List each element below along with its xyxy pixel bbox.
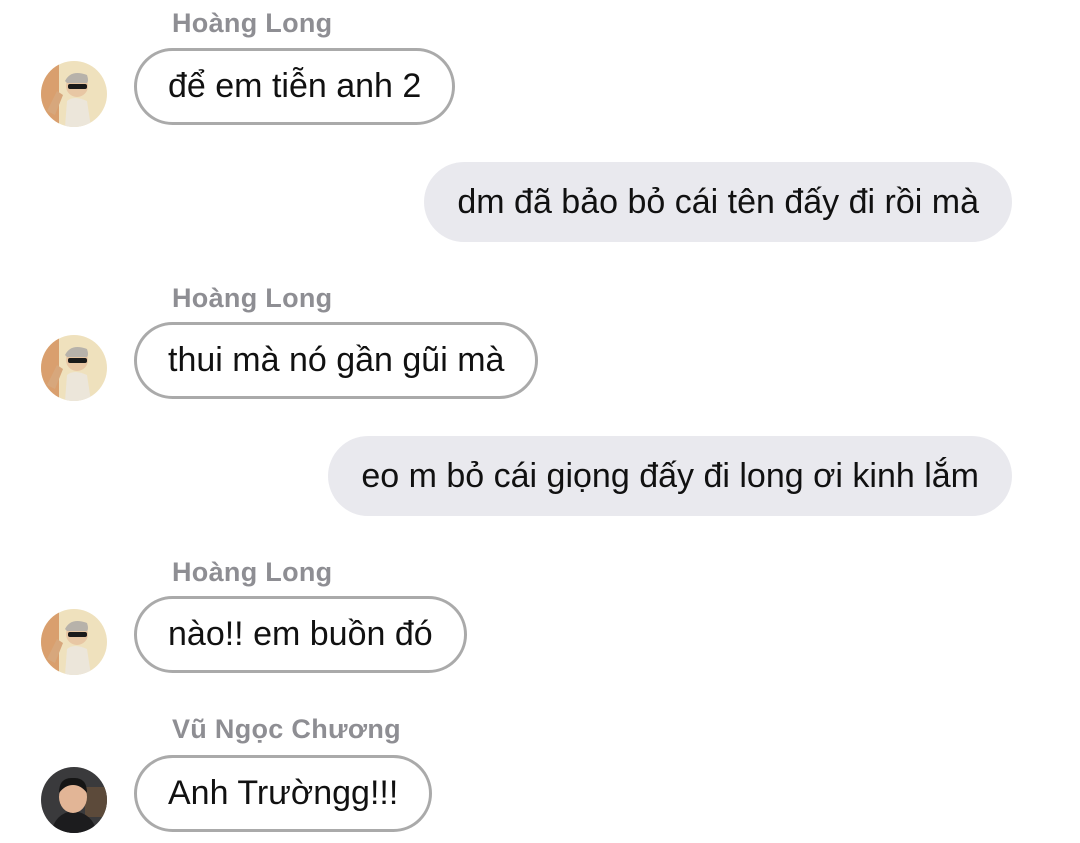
sender-name: Hoàng Long bbox=[172, 283, 333, 313]
avatar-hoang-long[interactable] bbox=[41, 609, 107, 675]
message-text: dm đã bảo bỏ cái tên đấy đi rồi mà bbox=[457, 182, 979, 221]
avatar-hoang-long[interactable] bbox=[41, 61, 107, 127]
message-bubble-outgoing[interactable]: eo m bỏ cái giọng đấy đi long ơi kinh lắ… bbox=[328, 436, 1012, 516]
message-bubble-incoming[interactable]: để em tiễn anh 2 bbox=[134, 48, 456, 125]
avatar-hoang-long[interactable] bbox=[41, 335, 107, 401]
message-text: để em tiễn anh 2 bbox=[168, 67, 422, 105]
message-text: Anh Trườngg!!! bbox=[168, 774, 399, 812]
message-text: nào!! em buồn đó bbox=[168, 615, 433, 653]
message-bubble-incoming[interactable]: nào!! em buồn đó bbox=[134, 596, 467, 673]
sender-name: Vũ Ngọc Chương bbox=[172, 714, 401, 744]
avatar-vu-ngoc-chuong[interactable] bbox=[41, 767, 107, 833]
sender-name: Hoàng Long bbox=[172, 557, 333, 587]
message-text: eo m bỏ cái giọng đấy đi long ơi kinh lắ… bbox=[361, 456, 979, 495]
message-bubble-incoming[interactable]: Anh Trườngg!!! bbox=[134, 755, 433, 832]
message-text: thui mà nó gần gũi mà bbox=[168, 341, 505, 379]
message-bubble-incoming[interactable]: thui mà nó gần gũi mà bbox=[134, 322, 539, 399]
message-bubble-outgoing[interactable]: dm đã bảo bỏ cái tên đấy đi rồi mà bbox=[424, 162, 1012, 242]
sender-name: Hoàng Long bbox=[172, 8, 333, 38]
